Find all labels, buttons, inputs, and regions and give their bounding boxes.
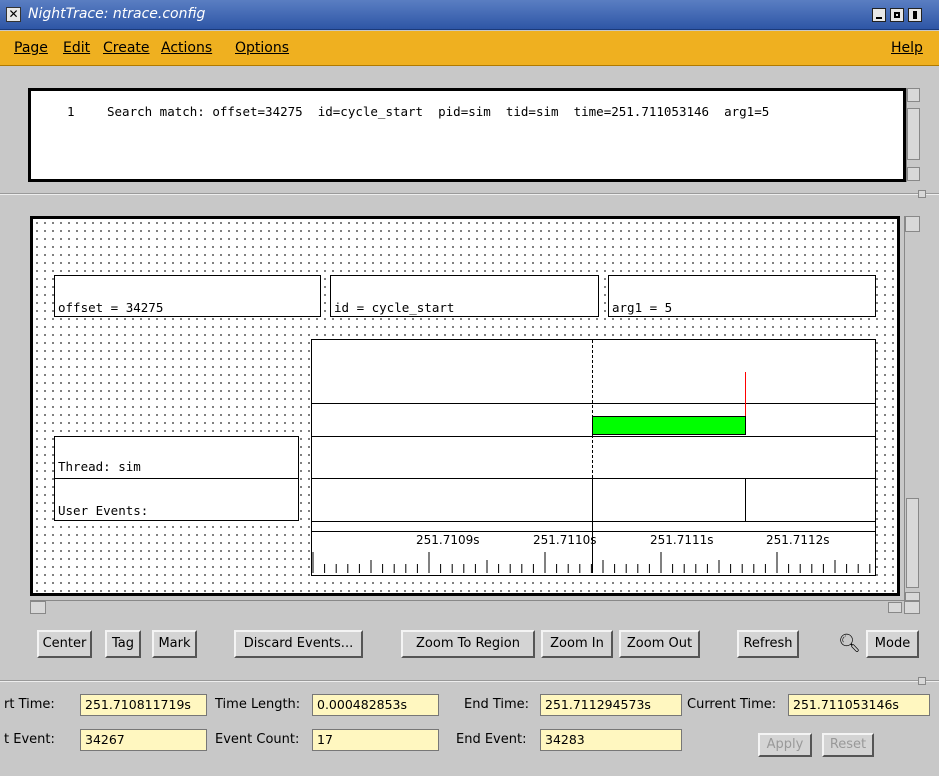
grid-line [311, 403, 876, 404]
menu-options[interactable]: Options [235, 40, 289, 56]
message-list[interactable]: 1 Search match: offset=34275 id=cycle_st… [28, 88, 906, 182]
arg-label: arg1 = 5 [612, 300, 673, 315]
time-length-field[interactable]: 0.000482853s [312, 694, 439, 716]
menu-create[interactable]: Create [103, 40, 150, 56]
menu-page[interactable]: Page [14, 40, 48, 56]
ruler-label: 251.7109s [416, 533, 480, 547]
title-bar: ✕ NightTrace: ntrace.config [0, 0, 939, 30]
scroll-thumb[interactable] [906, 498, 919, 588]
start-event-field[interactable]: 34267 [80, 729, 207, 751]
id-box: id = cycle_start [330, 275, 599, 317]
display-vscrollbar[interactable] [904, 216, 920, 610]
offset-label: offset = 34275 [58, 300, 164, 315]
event-count-field[interactable]: 17 [312, 729, 439, 751]
end-event-label: End Event: [456, 732, 527, 747]
pane-divider [0, 680, 939, 682]
scroll-right-icon[interactable] [904, 601, 920, 614]
mark-button[interactable]: Mark [152, 630, 197, 658]
time-length-label: Time Length: [215, 697, 301, 712]
window-menu-icon[interactable]: ✕ [6, 7, 21, 22]
scroll-up-icon[interactable] [905, 216, 920, 232]
start-time-label: rt Time: [4, 697, 55, 712]
pane-sash-handle[interactable] [918, 190, 926, 198]
end-event-field[interactable]: 34283 [540, 729, 682, 751]
event-count-label: Event Count: [215, 732, 300, 747]
zoom-out-button[interactable]: Zoom Out [619, 630, 700, 658]
ruler-label: 251.7111s [650, 533, 714, 547]
magnifier-icon[interactable]: 🔍︎ [838, 633, 861, 654]
end-time-field[interactable]: 251.711294573s [540, 694, 682, 716]
apply-button[interactable]: Apply [758, 733, 812, 757]
refresh-button[interactable]: Refresh [737, 630, 799, 658]
user-events-label: User Events: [58, 503, 149, 518]
pane-divider [0, 193, 939, 195]
message-text: Search match: offset=34275 id=cycle_star… [107, 104, 770, 119]
start-event-label: t Event: [4, 732, 55, 747]
thread-label: Thread: sim [58, 459, 141, 474]
menu-help[interactable]: Help [891, 40, 923, 56]
offset-box: offset = 34275 [54, 275, 321, 317]
mode-button[interactable]: Mode [866, 630, 919, 658]
current-time-field[interactable]: 251.711053146s [788, 694, 930, 716]
ruler-label: 251.7110s [533, 533, 597, 547]
message-line-number: 1 [67, 104, 75, 119]
zoom-in-button[interactable]: Zoom In [541, 630, 613, 658]
pane-sash-handle[interactable] [918, 677, 926, 685]
id-label: id = cycle_start [334, 300, 455, 315]
display-hscrollbar[interactable] [30, 600, 920, 614]
center-button[interactable]: Center [37, 630, 92, 658]
grid-line [311, 531, 876, 532]
restore-icon[interactable] [908, 8, 922, 22]
end-time-label: End Time: [464, 697, 530, 712]
grid-line [311, 478, 876, 479]
event-mark [745, 372, 746, 416]
grid-line [311, 521, 876, 522]
grid-line [311, 436, 876, 437]
current-time-label: Current Time: [687, 697, 777, 712]
thread-label-box: Thread: sim [54, 436, 299, 479]
reset-button[interactable]: Reset [822, 733, 874, 757]
scroll-thumb[interactable] [907, 108, 920, 160]
start-time-field[interactable]: 251.710811719s [80, 694, 207, 716]
current-time-marker [592, 340, 593, 478]
maximize-icon[interactable] [890, 8, 904, 22]
message-scrollbar[interactable] [906, 88, 920, 182]
menu-edit[interactable]: Edit [63, 40, 90, 56]
minimize-icon[interactable] [872, 8, 886, 22]
menu-actions[interactable]: Actions [161, 40, 212, 56]
event-line [745, 478, 746, 521]
ruler-label: 251.7112s [766, 533, 830, 547]
window-title: NightTrace: ntrace.config [28, 6, 206, 22]
tag-button[interactable]: Tag [105, 630, 141, 658]
zoom-to-region-button[interactable]: Zoom To Region [401, 630, 535, 658]
ruler-ticks [312, 552, 871, 573]
thread-state-bar [592, 416, 746, 435]
discard-events-button[interactable]: Discard Events... [234, 630, 363, 658]
menu-bar: Page Edit Create Actions Options Help [0, 31, 939, 66]
scroll-up-icon[interactable] [907, 88, 920, 102]
scroll-left-icon[interactable] [30, 601, 46, 614]
arg-box: arg1 = 5 [608, 275, 876, 317]
scroll-thumb[interactable] [888, 602, 902, 613]
user-events-box: User Events: [54, 478, 299, 521]
scroll-down-icon[interactable] [907, 167, 920, 181]
